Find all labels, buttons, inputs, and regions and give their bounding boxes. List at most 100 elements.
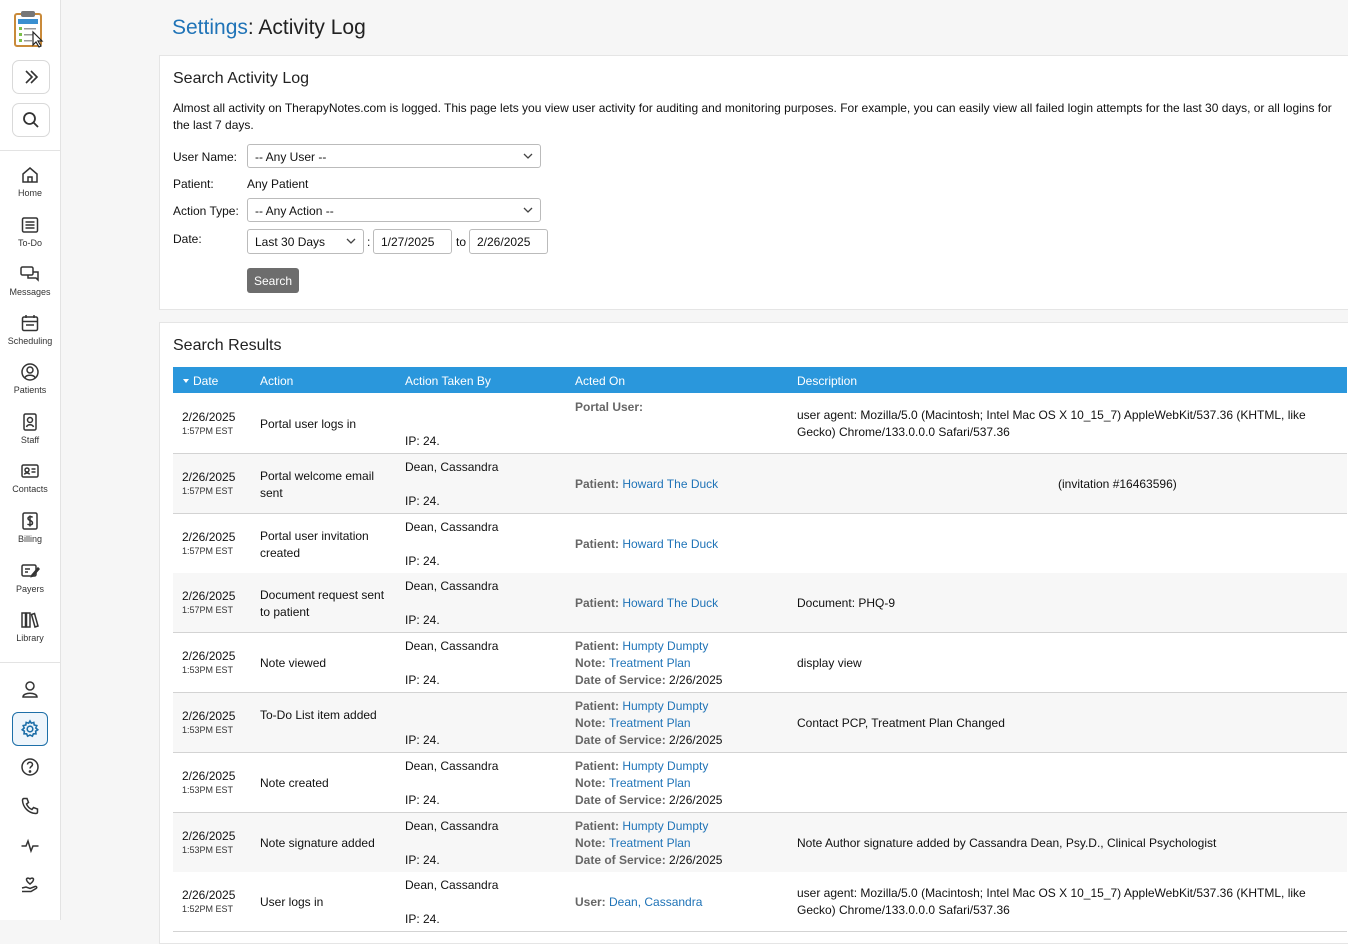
date-of-service-value: 2/26/2025 bbox=[669, 673, 723, 688]
todo-icon bbox=[21, 217, 39, 233]
care-button[interactable] bbox=[15, 870, 45, 900]
chevron-down-icon bbox=[523, 207, 533, 213]
results-title: Search Results bbox=[173, 337, 282, 354]
acted-on-link[interactable]: Howard The Duck bbox=[622, 477, 718, 491]
settings-button[interactable] bbox=[12, 712, 48, 746]
table-row: 2/26/2025 1:53PM EST Note created Dean, Cas… bbox=[173, 752, 1347, 813]
acted-on-link[interactable]: Treatment Plan bbox=[609, 836, 691, 850]
date-column-header[interactable]: Date bbox=[182, 374, 218, 388]
date-value: 2/26/2025 bbox=[182, 410, 236, 424]
date-cell: 2/26/2025 1:57PM EST bbox=[182, 588, 235, 616]
action-taken-by-link[interactable]: Dean, Cassandra bbox=[405, 459, 498, 476]
acted-on-line: Portal User: bbox=[575, 399, 643, 416]
sidebar-item-label: Messages bbox=[9, 287, 51, 297]
any-patient-link[interactable]: Any Patient bbox=[247, 177, 308, 191]
action-taken-by-column-header[interactable]: Action Taken By bbox=[405, 374, 491, 388]
acted-on-cell: User: Dean, Cassandra bbox=[575, 894, 702, 911]
action-taken-by-link[interactable]: Dean, Cassandra bbox=[405, 818, 498, 835]
acted-on-key: Patient: bbox=[575, 536, 623, 551]
sidebar-item-payers[interactable]: Payers bbox=[0, 561, 60, 594]
sidebar-item-home[interactable]: Home bbox=[0, 165, 60, 198]
payers-icon bbox=[21, 564, 40, 578]
action-taken-by-link[interactable]: Dean, Cassandra bbox=[405, 638, 498, 655]
acted-on-line: Patient: Howard The Duck bbox=[575, 536, 718, 553]
pulse-icon bbox=[21, 838, 39, 854]
expand-sidebar-button[interactable] bbox=[12, 60, 50, 94]
activity-button[interactable] bbox=[15, 831, 45, 861]
acted-on-link[interactable]: Humpty Dumpty bbox=[622, 639, 708, 653]
acted-on-line: Patient: Humpty Dumpty bbox=[575, 698, 722, 715]
acted-on-cell: Patient: Howard The Duck bbox=[575, 595, 718, 612]
action-type-value: -- Any Action -- bbox=[255, 204, 334, 218]
user-icon bbox=[22, 681, 38, 698]
table-row: 2/26/2025 1:57PM EST Portal user logs in IP… bbox=[173, 394, 1347, 454]
sidebar-item-patients[interactable]: Patients bbox=[0, 362, 60, 395]
sidebar-item-staff[interactable]: Staff bbox=[0, 412, 60, 445]
acted-on-link[interactable]: Dean, Cassandra bbox=[609, 895, 702, 909]
acted-on-line: Note: Treatment Plan bbox=[575, 715, 722, 732]
search-results-panel: Search Results Date Action Action Taken … bbox=[159, 322, 1348, 944]
action-type-select[interactable]: -- Any Action -- bbox=[247, 198, 541, 222]
date-cell: 2/26/2025 1:53PM EST bbox=[182, 768, 235, 796]
action-cell: User logs in bbox=[260, 895, 324, 910]
user-name-select[interactable]: -- Any User -- bbox=[247, 144, 541, 168]
action-column-header[interactable]: Action bbox=[260, 374, 293, 388]
therapynotes-logo[interactable] bbox=[13, 10, 47, 48]
acted-on-link[interactable]: Humpty Dumpty bbox=[622, 699, 708, 713]
date-value: 2/26/2025 bbox=[182, 768, 236, 783]
acted-on-line: Patient: Howard The Duck bbox=[575, 595, 718, 612]
description-column-header[interactable]: Description bbox=[797, 374, 857, 388]
sidebar-item-scheduling[interactable]: Scheduling bbox=[0, 313, 60, 346]
acted-on-link[interactable]: Treatment Plan bbox=[609, 716, 691, 730]
sidebar-item-label: Home bbox=[17, 188, 42, 198]
sidebar-item-label: Staff bbox=[20, 435, 40, 445]
sidebar-item-messages[interactable]: Messages bbox=[0, 264, 60, 297]
settings-breadcrumb-link[interactable]: Settings bbox=[172, 16, 248, 39]
acted-on-link[interactable]: Treatment Plan bbox=[609, 656, 691, 670]
phone-button[interactable] bbox=[15, 791, 45, 821]
sidebar-item-billing[interactable]: Billing bbox=[0, 511, 60, 544]
acted-on-line: Date of Service: 2/26/2025 bbox=[575, 792, 722, 809]
acted-on-link[interactable]: Howard The Duck bbox=[622, 596, 718, 610]
description-cell: Contact PCP, Treatment Plan Changed bbox=[797, 716, 1005, 730]
acted-on-line: Note: Treatment Plan bbox=[575, 835, 722, 852]
acted-on-key: Patient: bbox=[575, 639, 623, 654]
acted-on-line: Patient: Howard The Duck bbox=[575, 476, 718, 493]
action-taken-by-link[interactable]: Dean, Cassandra bbox=[405, 519, 498, 536]
date-value: 2/26/2025 bbox=[182, 589, 236, 604]
time-value: 1:53PM EST bbox=[182, 725, 234, 735]
ip-address: IP: 24. bbox=[405, 613, 440, 628]
search-submit-button[interactable]: Search bbox=[247, 268, 299, 293]
action-taken-by-link[interactable]: Dean, Cassandra bbox=[405, 758, 498, 775]
sidebar-item-todo[interactable]: To-Do bbox=[0, 215, 60, 248]
acted-on-column-header[interactable]: Acted On bbox=[575, 374, 625, 388]
acted-on-link[interactable]: Humpty Dumpty bbox=[622, 819, 708, 833]
staff-icon bbox=[23, 413, 37, 431]
sidebar-item-library[interactable]: Library bbox=[0, 610, 60, 643]
date-to-input[interactable]: 2/26/2025 bbox=[469, 229, 548, 254]
description-cell: user agent: Mozilla/5.0 (Macintosh; Inte… bbox=[797, 408, 1306, 439]
table-row: 2/26/2025 1:53PM EST To-Do List item added… bbox=[173, 693, 1347, 753]
action-taken-by-link[interactable]: Dean, Cassandra bbox=[405, 877, 498, 894]
date-from-input[interactable]: 1/27/2025 bbox=[373, 229, 452, 254]
action-cell: Portal welcome email sent bbox=[260, 468, 375, 500]
ip-address: IP: 24. bbox=[405, 673, 440, 688]
acted-on-key: Note: bbox=[575, 775, 609, 790]
acted-on-link[interactable]: Howard The Duck bbox=[622, 537, 718, 551]
help-button[interactable] bbox=[15, 752, 45, 782]
sidebar-item-label: Library bbox=[16, 633, 44, 643]
date-cell: 2/26/2025 1:52PM EST bbox=[182, 887, 235, 915]
search-button[interactable] bbox=[12, 103, 50, 137]
acted-on-line: Patient: Humpty Dumpty bbox=[575, 818, 722, 835]
account-button[interactable] bbox=[15, 674, 45, 704]
acted-on-key: Date of Service: bbox=[575, 792, 670, 807]
acted-on-link[interactable]: Treatment Plan bbox=[609, 776, 691, 790]
action-taken-by-link[interactable]: Dean, Cassandra bbox=[405, 578, 498, 595]
time-value: 1:57PM EST bbox=[182, 545, 234, 556]
acted-on-link[interactable]: Humpty Dumpty bbox=[622, 759, 708, 773]
acted-on-cell: Patient: Howard The Duck bbox=[575, 536, 718, 553]
sidebar-item-contacts[interactable]: Contacts bbox=[0, 461, 60, 494]
acted-on-key: Note: bbox=[575, 656, 609, 671]
date-range-select[interactable]: Last 30 Days bbox=[247, 229, 364, 254]
acted-on-cell: Patient: Humpty Dumpty Note: Treatment Pl… bbox=[575, 638, 722, 689]
